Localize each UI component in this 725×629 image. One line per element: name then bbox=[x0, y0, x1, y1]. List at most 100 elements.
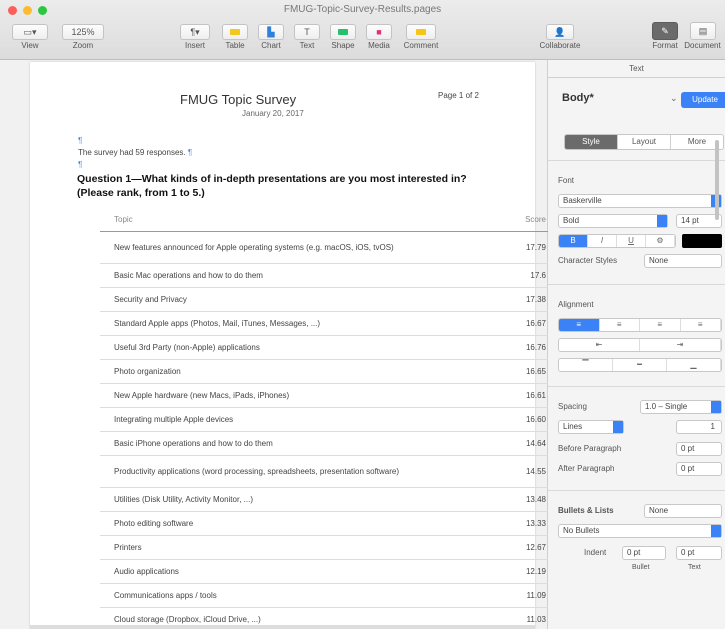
font-family-select[interactable]: Baskerville bbox=[558, 194, 722, 208]
table-row[interactable]: Communications apps / tools 11.09 bbox=[100, 584, 554, 608]
text-button[interactable]: T bbox=[294, 24, 320, 40]
format-button[interactable]: ✎ bbox=[652, 22, 678, 40]
text-options-button[interactable]: ⚙ bbox=[646, 235, 675, 247]
topic-cell[interactable]: Standard Apple apps (Photos, Mail, iTune… bbox=[100, 319, 494, 328]
shape-button[interactable] bbox=[330, 24, 356, 40]
results-table[interactable]: Topic Score New features announced for A… bbox=[100, 208, 554, 629]
table-row[interactable]: Basic iPhone operations and how to do th… bbox=[100, 432, 554, 456]
topic-cell[interactable]: Basic iPhone operations and how to do th… bbox=[100, 439, 494, 448]
column-header-topic[interactable]: Topic bbox=[100, 215, 494, 224]
score-cell[interactable]: 11.09 bbox=[494, 591, 554, 600]
typeface-select[interactable]: Bold bbox=[558, 214, 668, 228]
horizontal-scrollbar[interactable] bbox=[30, 625, 535, 629]
topic-cell[interactable]: Photo organization bbox=[100, 367, 494, 376]
bullets-lists-label[interactable]: Bullets & Lists bbox=[558, 506, 614, 515]
insert-button[interactable]: ¶▾ bbox=[180, 24, 210, 40]
score-cell[interactable]: 12.19 bbox=[494, 567, 554, 576]
topic-cell[interactable]: Security and Privacy bbox=[100, 295, 494, 304]
score-cell[interactable]: 14.64 bbox=[494, 439, 554, 448]
character-styles-select[interactable]: None bbox=[644, 254, 722, 268]
table-row[interactable]: Photo editing software 13.33 bbox=[100, 512, 554, 536]
list-style-select[interactable]: None bbox=[644, 504, 722, 518]
table-row[interactable]: Standard Apple apps (Photos, Mail, iTune… bbox=[100, 312, 554, 336]
topic-cell[interactable]: Printers bbox=[100, 543, 494, 552]
table-row[interactable]: New features announced for Apple operati… bbox=[100, 232, 554, 264]
media-button[interactable]: ■ bbox=[366, 24, 392, 40]
inspector-tab-text[interactable]: Text bbox=[548, 60, 725, 78]
table-row[interactable]: Photo organization 16.65 bbox=[100, 360, 554, 384]
increase-indent-icon[interactable]: ⇥ bbox=[640, 339, 721, 351]
align-bottom-icon[interactable]: ▁ bbox=[667, 359, 721, 371]
spacing-select[interactable]: 1.0 – Single bbox=[640, 400, 722, 414]
score-cell[interactable]: 13.33 bbox=[494, 519, 554, 528]
chart-button[interactable]: ▙ bbox=[258, 24, 284, 40]
document-page[interactable]: FMUG Topic Survey January 20, 2017 Page … bbox=[30, 62, 554, 629]
spacing-label[interactable]: Spacing bbox=[558, 402, 587, 411]
topic-cell[interactable]: Basic Mac operations and how to do them bbox=[100, 271, 494, 280]
score-cell[interactable]: 13.48 bbox=[494, 495, 554, 504]
topic-cell[interactable]: Photo editing software bbox=[100, 519, 494, 528]
topic-cell[interactable]: Useful 3rd Party (non-Apple) application… bbox=[100, 343, 494, 352]
bold-button[interactable]: B bbox=[559, 235, 588, 247]
topic-cell[interactable]: New Apple hardware (new Macs, iPads, iPh… bbox=[100, 391, 494, 400]
topic-cell[interactable]: Communications apps / tools bbox=[100, 591, 494, 600]
score-cell[interactable]: 16.76 bbox=[494, 343, 554, 352]
score-cell[interactable]: 17.38 bbox=[494, 295, 554, 304]
score-cell[interactable]: 16.60 bbox=[494, 415, 554, 424]
score-cell[interactable]: 17.6 bbox=[494, 271, 554, 280]
document-date[interactable]: January 20, 2017 bbox=[242, 109, 304, 118]
indent-bullet-stepper[interactable]: 0 pt bbox=[622, 546, 666, 560]
tab-style[interactable]: Style bbox=[565, 135, 618, 149]
zoom-label: Zoom bbox=[72, 41, 94, 50]
score-cell[interactable]: 14.55 bbox=[494, 467, 554, 476]
question-heading[interactable]: Question 1—What kinds of in-depth presen… bbox=[77, 172, 497, 200]
align-left-icon[interactable]: ≡ bbox=[559, 319, 600, 331]
align-right-icon[interactable]: ≡ bbox=[640, 319, 681, 331]
align-middle-icon[interactable]: ━ bbox=[613, 359, 667, 371]
topic-cell[interactable]: Integrating multiple Apple devices bbox=[100, 415, 494, 424]
window-toolbar: FMUG-Topic-Survey-Results.pages ▭▾ View … bbox=[0, 0, 725, 60]
inspector-scrollbar[interactable] bbox=[715, 80, 721, 629]
lines-select[interactable]: Lines bbox=[558, 420, 624, 434]
document-canvas[interactable]: FMUG Topic Survey January 20, 2017 Page … bbox=[0, 60, 554, 629]
table-row[interactable]: New Apple hardware (new Macs, iPads, iPh… bbox=[100, 384, 554, 408]
topic-cell[interactable]: Productivity applications (word processi… bbox=[100, 467, 494, 476]
document-button[interactable]: ▤ bbox=[690, 22, 716, 40]
score-cell[interactable]: 16.65 bbox=[494, 367, 554, 376]
align-center-icon[interactable]: ≡ bbox=[599, 319, 640, 331]
page-number[interactable]: Page 1 of 2 bbox=[438, 91, 479, 100]
intro-text[interactable]: The survey had 59 responses. ¶ bbox=[78, 148, 192, 157]
table-row[interactable]: Integrating multiple Apple devices 16.60 bbox=[100, 408, 554, 432]
chevron-down-icon[interactable]: ⌄ bbox=[670, 93, 678, 104]
tab-layout[interactable]: Layout bbox=[618, 135, 671, 149]
table-row[interactable]: Printers 12.67 bbox=[100, 536, 554, 560]
zoom-select[interactable]: 125% bbox=[62, 24, 104, 40]
score-cell[interactable]: 17.79 bbox=[494, 243, 554, 252]
table-row[interactable]: Utilities (Disk Utility, Activity Monito… bbox=[100, 488, 554, 512]
italic-button[interactable]: I bbox=[588, 235, 617, 247]
align-top-icon[interactable]: ▔ bbox=[559, 359, 613, 371]
underline-button[interactable]: U bbox=[617, 235, 646, 247]
score-cell[interactable]: 16.67 bbox=[494, 319, 554, 328]
comment-button[interactable] bbox=[406, 24, 436, 40]
topic-cell[interactable]: New features announced for Apple operati… bbox=[100, 243, 494, 252]
table-button[interactable] bbox=[222, 24, 248, 40]
topic-cell[interactable]: Cloud storage (Dropbox, iCloud Drive, ..… bbox=[100, 615, 494, 624]
table-row[interactable]: Useful 3rd Party (non-Apple) application… bbox=[100, 336, 554, 360]
score-cell[interactable]: 11.03 bbox=[494, 615, 554, 624]
table-row[interactable]: Basic Mac operations and how to do them 1… bbox=[100, 264, 554, 288]
paragraph-style-select[interactable]: Body* bbox=[562, 92, 594, 104]
column-header-score[interactable]: Score bbox=[494, 215, 554, 224]
topic-cell[interactable]: Utilities (Disk Utility, Activity Monito… bbox=[100, 495, 494, 504]
topic-cell[interactable]: Audio applications bbox=[100, 567, 494, 576]
bullet-type-select[interactable]: No Bullets bbox=[558, 524, 722, 538]
decrease-indent-icon[interactable]: ⇤ bbox=[559, 339, 640, 351]
table-row[interactable]: Security and Privacy 17.38 bbox=[100, 288, 554, 312]
view-button[interactable]: ▭▾ bbox=[12, 24, 48, 40]
table-row[interactable]: Productivity applications (word processi… bbox=[100, 456, 554, 488]
document-title[interactable]: FMUG Topic Survey bbox=[180, 92, 296, 107]
collaborate-button[interactable]: 👤 bbox=[546, 24, 574, 40]
score-cell[interactable]: 16.61 bbox=[494, 391, 554, 400]
table-row[interactable]: Audio applications 12.19 bbox=[100, 560, 554, 584]
score-cell[interactable]: 12.67 bbox=[494, 543, 554, 552]
